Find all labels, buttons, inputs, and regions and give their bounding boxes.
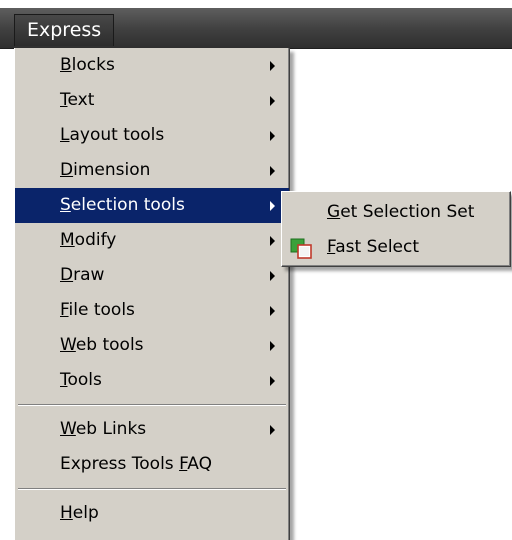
menu-item-label: Dimension [60, 160, 151, 180]
menu-item-label: Tools [60, 370, 102, 390]
menu-item-blocks[interactable]: Blocks [15, 48, 289, 83]
menu-item-label: Help [60, 503, 99, 523]
menu-item-label: Draw [60, 265, 105, 285]
menu-separator [15, 398, 289, 412]
submenu-arrow-icon [270, 96, 275, 106]
menu-item-layout-tools[interactable]: Layout tools [15, 118, 289, 153]
menu-item-label: Text [60, 90, 95, 110]
menu-item-fast-select[interactable]: Fast Select [282, 230, 510, 265]
express-menu: Blocks Text Layout tools Dimension Selec… [14, 48, 290, 540]
menu-item-label: Fast Select [327, 237, 420, 257]
app-frame: Express Blocks Text Layout tools Dimensi… [0, 0, 512, 540]
menu-item-label: Web tools [60, 335, 144, 355]
submenu-arrow-icon [270, 166, 275, 176]
submenu-arrow-icon [270, 425, 275, 435]
submenu-arrow-icon [270, 61, 275, 71]
menu-item-web-tools[interactable]: Web tools [15, 328, 289, 363]
menu-item-label: Express Tools FAQ [60, 454, 213, 474]
fast-select-icon [290, 238, 312, 259]
menu-item-help[interactable]: Help [15, 496, 289, 531]
menu-item-modify[interactable]: Modify [15, 223, 289, 258]
menu-item-selection-tools[interactable]: Selection tools [15, 188, 289, 223]
menubar-item-express[interactable]: Express [14, 14, 114, 46]
menu-item-dimension[interactable]: Dimension [15, 153, 289, 188]
submenu-arrow-icon [270, 271, 275, 281]
menu-item-label: File tools [60, 300, 135, 320]
menu-item-label: Get Selection Set [327, 202, 475, 222]
menu-item-tools[interactable]: Tools [15, 363, 289, 398]
submenu-arrow-icon [270, 236, 275, 246]
menu-separator [15, 482, 289, 496]
submenu-arrow-icon [270, 341, 275, 351]
menu-bar: Express [0, 8, 512, 49]
menu-item-label: Modify [60, 230, 117, 250]
menu-item-label: Selection tools [60, 195, 185, 215]
menu-item-web-links[interactable]: Web Links [15, 412, 289, 447]
selection-tools-submenu: Get Selection Set Fast Select [281, 191, 511, 267]
menu-item-get-selection-set[interactable]: Get Selection Set [282, 195, 510, 230]
submenu-arrow-icon [270, 131, 275, 141]
menu-item-file-tools[interactable]: File tools [15, 293, 289, 328]
submenu-arrow-icon [270, 376, 275, 386]
menu-item-label: Blocks [60, 55, 115, 75]
menu-item-text[interactable]: Text [15, 83, 289, 118]
menu-item-label: Layout tools [60, 125, 165, 145]
submenu-arrow-icon [270, 201, 275, 211]
menu-item-label: Web Links [60, 419, 147, 439]
menu-item-draw[interactable]: Draw [15, 258, 289, 293]
submenu-arrow-icon [270, 306, 275, 316]
menu-item-express-tools-faq[interactable]: Express Tools FAQ [15, 447, 289, 482]
